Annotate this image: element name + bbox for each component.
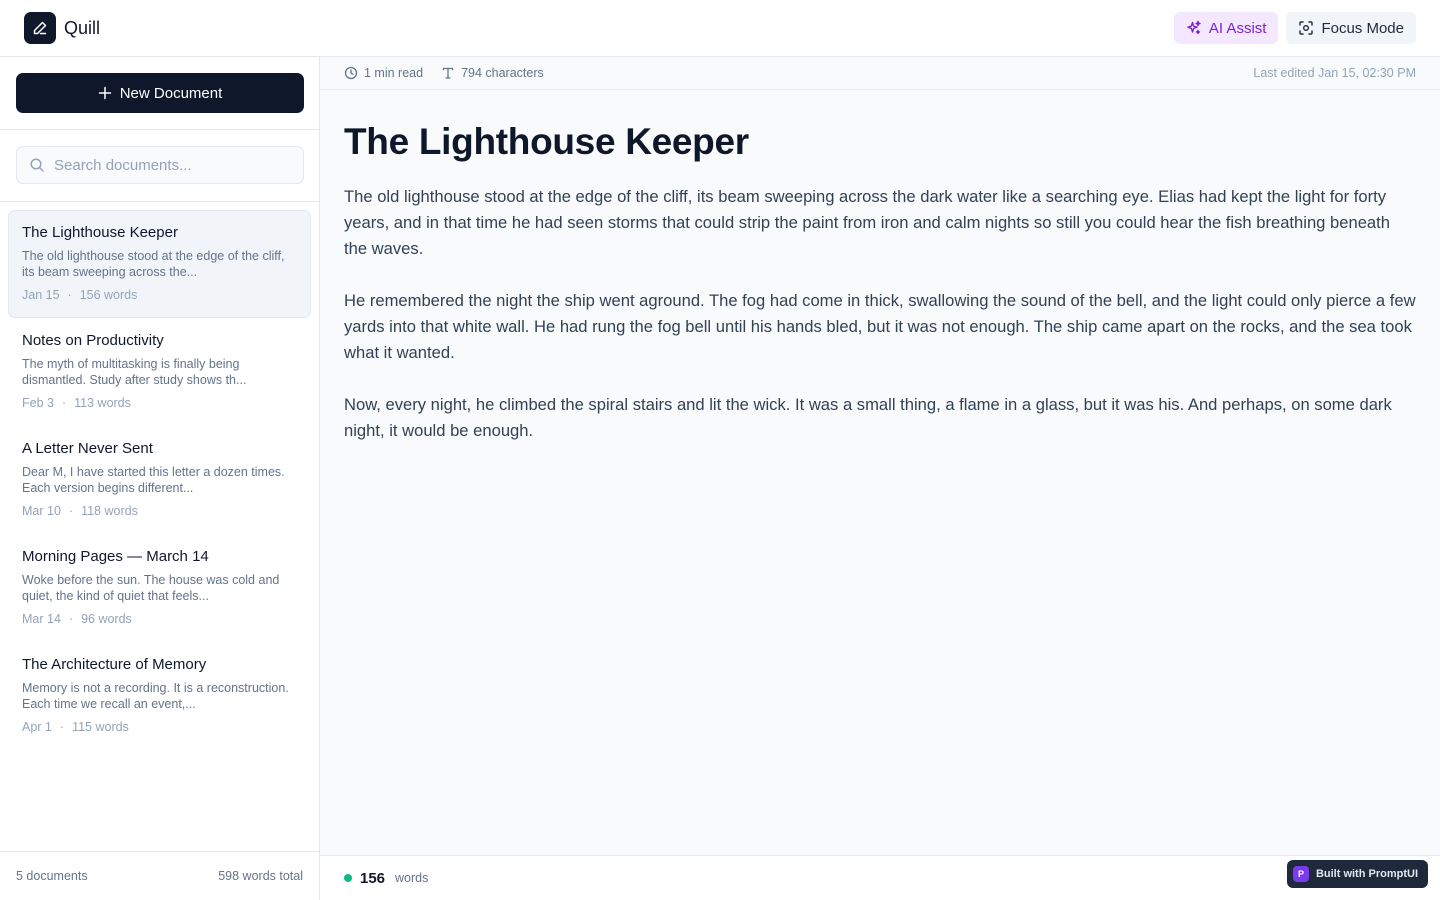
document-title: A Letter Never Sent [22, 440, 153, 457]
document-item[interactable]: The Architecture of Memory Memory is not… [8, 642, 311, 750]
app-logo[interactable] [24, 12, 56, 44]
document-date: Mar 14 [22, 612, 61, 626]
document-date: Jan 15 [22, 288, 60, 302]
new-document-button[interactable]: New Document [16, 73, 304, 113]
document-date: Mar 10 [22, 504, 61, 518]
focus-icon [1299, 21, 1314, 35]
meta-separator: · [68, 504, 74, 518]
document-excerpt: The old lighthouse stood at the edge of … [22, 249, 285, 279]
sparkles-icon [1187, 20, 1201, 35]
status-bar: 156 words [320, 855, 1440, 900]
total-word-count: 598 words total [218, 869, 303, 883]
editor-pane: 1 min read 794 characters Last edited Ja… [320, 57, 1440, 900]
search-input[interactable] [54, 156, 284, 174]
sidebar: New Document The Lighthouse Keeper The o… [0, 57, 320, 900]
document-word-count: 118 words [81, 504, 138, 518]
document-word-count: 96 words [81, 612, 132, 626]
document-word-count: 156 words [79, 288, 138, 302]
meta-separator: · [67, 288, 72, 302]
word-count-label: words [395, 871, 429, 885]
document-paragraph[interactable]: Now, every night, he climbed the spiral … [344, 392, 1416, 444]
focus-mode-label: Focus Mode [1321, 19, 1404, 37]
document-title: The Lighthouse Keeper [22, 224, 178, 241]
document-excerpt: Dear M, I have started this letter a doz… [22, 465, 285, 495]
promptui-logo: P [1292, 866, 1309, 882]
ai-assist-label: AI Assist [1208, 19, 1267, 37]
document-item[interactable]: A Letter Never Sent Dear M, I have start… [8, 426, 311, 534]
document-count: 5 documents [16, 869, 88, 883]
document-excerpt: Memory is not a recording. It is a recon… [22, 681, 289, 711]
text-type-icon [442, 67, 454, 79]
ai-assist-button[interactable]: AI Assist [1173, 12, 1279, 44]
last-edited: Last edited Jan 15, 02:30 PM [1253, 66, 1416, 80]
search-icon [30, 158, 44, 172]
document-date: Apr 1 [22, 720, 52, 734]
built-with-label: Built with PromptUI [1315, 868, 1418, 880]
document-item[interactable]: The Lighthouse Keeper The old lighthouse… [8, 210, 311, 318]
document-title: The Architecture of Memory [22, 656, 207, 673]
built-with-badge[interactable]: P Built with PromptUI [1286, 860, 1428, 888]
document-meta-bar: 1 min read 794 characters Last edited Ja… [320, 57, 1440, 90]
read-time: 1 min read [364, 66, 424, 80]
meta-separator: · [68, 612, 74, 626]
document-title: Morning Pages — March 14 [22, 548, 209, 565]
document-title: Notes on Productivity [22, 332, 164, 349]
app-header: Quill AI Assist Focus Mode [0, 0, 1440, 57]
clock-icon [344, 66, 358, 80]
document-paragraph[interactable]: He remembered the night the ship went ag… [344, 288, 1416, 366]
document-paragraph[interactable]: The old lighthouse stood at the edge of … [344, 184, 1416, 262]
document-item[interactable]: Morning Pages — March 14 Woke before the… [8, 534, 311, 642]
search-box [16, 146, 304, 184]
pen-icon [33, 21, 47, 35]
document-excerpt: The myth of multitasking is finally bein… [22, 357, 247, 387]
document-word-count: 113 words [74, 396, 131, 410]
word-count: 156 [360, 869, 386, 887]
plus-icon [98, 86, 111, 100]
app-name: Quill [64, 17, 101, 38]
document-word-count: 115 words [72, 720, 129, 734]
document-editor[interactable]: The Lighthouse Keeper The old lighthouse… [320, 90, 1440, 444]
focus-mode-button[interactable]: Focus Mode [1286, 12, 1416, 44]
document-item[interactable]: Notes on Productivity The myth of multit… [8, 318, 311, 426]
document-list: The Lighthouse Keeper The old lighthouse… [0, 202, 319, 758]
sidebar-footer: 5 documents 598 words total [0, 851, 319, 900]
document-heading[interactable]: The Lighthouse Keeper [344, 120, 1416, 164]
new-document-label: New Document [119, 84, 223, 102]
character-count: 794 characters [461, 66, 544, 80]
document-excerpt: Woke before the sun. The house was cold … [22, 573, 280, 603]
meta-separator: · [61, 396, 67, 410]
document-date: Feb 3 [22, 396, 54, 410]
status-dot [344, 874, 352, 882]
meta-separator: · [59, 720, 65, 734]
